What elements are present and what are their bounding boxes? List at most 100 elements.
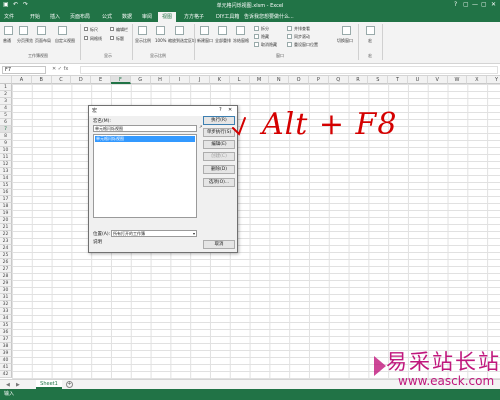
normal-view-icon[interactable] xyxy=(4,26,13,35)
row-header[interactable]: 5 xyxy=(0,112,12,119)
zoom-icon[interactable] xyxy=(138,26,147,35)
column-header[interactable]: Y xyxy=(487,76,500,84)
column-header[interactable]: U xyxy=(408,76,428,84)
column-header[interactable]: A xyxy=(12,76,32,84)
select-all-corner[interactable] xyxy=(0,76,12,84)
freeze-panes-button[interactable]: 冻结窗格 xyxy=(233,38,249,44)
column-header[interactable]: W xyxy=(447,76,468,84)
next-sheet-icon[interactable]: ▶ xyxy=(16,382,20,388)
formula-input[interactable] xyxy=(80,66,498,74)
zoom-100-button[interactable]: 100% xyxy=(155,38,166,43)
normal-view-button[interactable]: 普通 xyxy=(3,38,11,44)
arrange-all-icon[interactable] xyxy=(218,26,227,35)
prev-sheet-icon[interactable]: ◀ xyxy=(6,382,10,388)
column-header[interactable]: L xyxy=(229,76,250,84)
column-header[interactable]: K xyxy=(210,76,230,84)
row-header[interactable]: 17 xyxy=(0,196,12,203)
location-select[interactable]: 所有打开的工作簿 ▾ xyxy=(111,230,197,237)
options-button[interactable]: 选项(O)... xyxy=(203,178,235,187)
split-icon[interactable] xyxy=(254,26,259,31)
column-header[interactable]: I xyxy=(170,76,191,84)
column-header[interactable]: H xyxy=(150,76,171,84)
reset-position-icon[interactable] xyxy=(287,42,292,47)
hide-button[interactable]: 隐藏 xyxy=(261,34,269,40)
split-button[interactable]: 拆分 xyxy=(261,26,269,32)
row-header[interactable]: 27 xyxy=(0,266,12,273)
row-header[interactable]: 14 xyxy=(0,175,12,182)
tab-formulas[interactable]: 公式 xyxy=(98,12,116,22)
unhide-button[interactable]: 取消隐藏 xyxy=(261,42,277,48)
side-by-side-icon[interactable] xyxy=(287,26,292,31)
custom-views-button[interactable]: 自定义视图 xyxy=(55,38,75,44)
row-header[interactable]: 7 xyxy=(0,126,12,133)
row-header[interactable]: 15 xyxy=(0,182,12,189)
row-header[interactable]: 3 xyxy=(0,98,12,105)
row-header[interactable]: 30 xyxy=(0,287,12,294)
macro-name-input[interactable]: 单元格闪烁视图 xyxy=(93,125,197,132)
zoom-to-selection-button[interactable]: 缩放到选定区域 xyxy=(168,38,196,44)
cancel-button[interactable]: 取消 xyxy=(203,240,235,249)
switch-windows-icon[interactable] xyxy=(342,26,351,35)
row-header[interactable]: 33 xyxy=(0,308,12,315)
zoom-to-selection-icon[interactable] xyxy=(175,26,184,35)
enter-icon[interactable]: ✓ xyxy=(58,66,62,72)
tab-review[interactable]: 审阅 xyxy=(138,12,156,22)
reset-window-position-button[interactable]: 重设窗口位置 xyxy=(294,42,318,48)
row-header[interactable]: 11 xyxy=(0,154,12,161)
sync-scroll-icon[interactable] xyxy=(287,34,292,39)
macro-list-item[interactable]: 单元格闪烁视图 xyxy=(95,136,195,142)
page-break-preview-button[interactable]: 分页预览 xyxy=(17,38,33,44)
column-header[interactable]: V xyxy=(427,76,448,84)
headings-checkbox[interactable] xyxy=(110,36,114,40)
row-header[interactable]: 35 xyxy=(0,322,12,329)
dialog-help-icon[interactable]: ? xyxy=(219,107,222,113)
view-side-by-side-button[interactable]: 并排查看 xyxy=(294,26,310,32)
row-header[interactable]: 24 xyxy=(0,245,12,252)
row-header[interactable]: 34 xyxy=(0,315,12,322)
ruler-checkbox[interactable] xyxy=(84,27,88,31)
row-header[interactable]: 18 xyxy=(0,203,12,210)
add-sheet-button[interactable]: + xyxy=(66,381,73,388)
row-header[interactable]: 28 xyxy=(0,273,12,280)
row-header[interactable]: 13 xyxy=(0,168,12,175)
row-header[interactable]: 19 xyxy=(0,210,12,217)
hide-icon[interactable] xyxy=(254,34,259,39)
tab-view[interactable]: 视图 xyxy=(158,12,177,22)
row-header[interactable]: 22 xyxy=(0,231,12,238)
column-header[interactable]: G xyxy=(130,76,151,84)
column-header[interactable]: T xyxy=(388,76,408,84)
page-layout-button[interactable]: 页面布局 xyxy=(35,38,51,44)
delete-button[interactable]: 删除(D) xyxy=(203,165,235,174)
row-header[interactable]: 25 xyxy=(0,252,12,259)
tab-insert[interactable]: 插入 xyxy=(46,12,64,22)
row-header[interactable]: 36 xyxy=(0,329,12,336)
row-header[interactable]: 29 xyxy=(0,280,12,287)
column-header[interactable]: N xyxy=(269,76,290,84)
sheet-tab-sheet1[interactable]: Sheet1 xyxy=(36,380,62,389)
cancel-icon[interactable]: ✕ xyxy=(52,66,56,72)
row-header[interactable]: 40 xyxy=(0,357,12,364)
tab-home[interactable]: 开始 xyxy=(26,12,44,22)
row-header[interactable]: 23 xyxy=(0,238,12,245)
row-header[interactable]: 20 xyxy=(0,217,12,224)
column-header[interactable]: O xyxy=(289,76,309,84)
column-header[interactable]: B xyxy=(31,76,52,84)
row-header[interactable]: 6 xyxy=(0,119,12,126)
sync-scroll-button[interactable]: 同步滚动 xyxy=(294,34,310,40)
column-header[interactable]: X xyxy=(467,76,488,84)
custom-views-icon[interactable] xyxy=(58,26,67,35)
macro-list[interactable]: 单元格闪烁视图 xyxy=(93,134,197,218)
column-header[interactable]: Q xyxy=(328,76,349,84)
column-header[interactable]: P xyxy=(309,76,329,84)
freeze-panes-icon[interactable] xyxy=(236,26,245,35)
formula-bar-checkbox[interactable] xyxy=(110,27,114,31)
tab-data[interactable]: 数据 xyxy=(118,12,136,22)
row-header[interactable]: 10 xyxy=(0,147,12,154)
tab-page-layout[interactable]: 页面布局 xyxy=(66,12,94,22)
row-header[interactable]: 26 xyxy=(0,259,12,266)
column-header[interactable]: E xyxy=(91,76,111,84)
ribbon-display-icon[interactable]: ▢ xyxy=(463,1,469,8)
new-window-icon[interactable] xyxy=(200,26,209,35)
column-header[interactable]: R xyxy=(348,76,369,84)
close-icon[interactable]: ✕ xyxy=(491,1,496,8)
